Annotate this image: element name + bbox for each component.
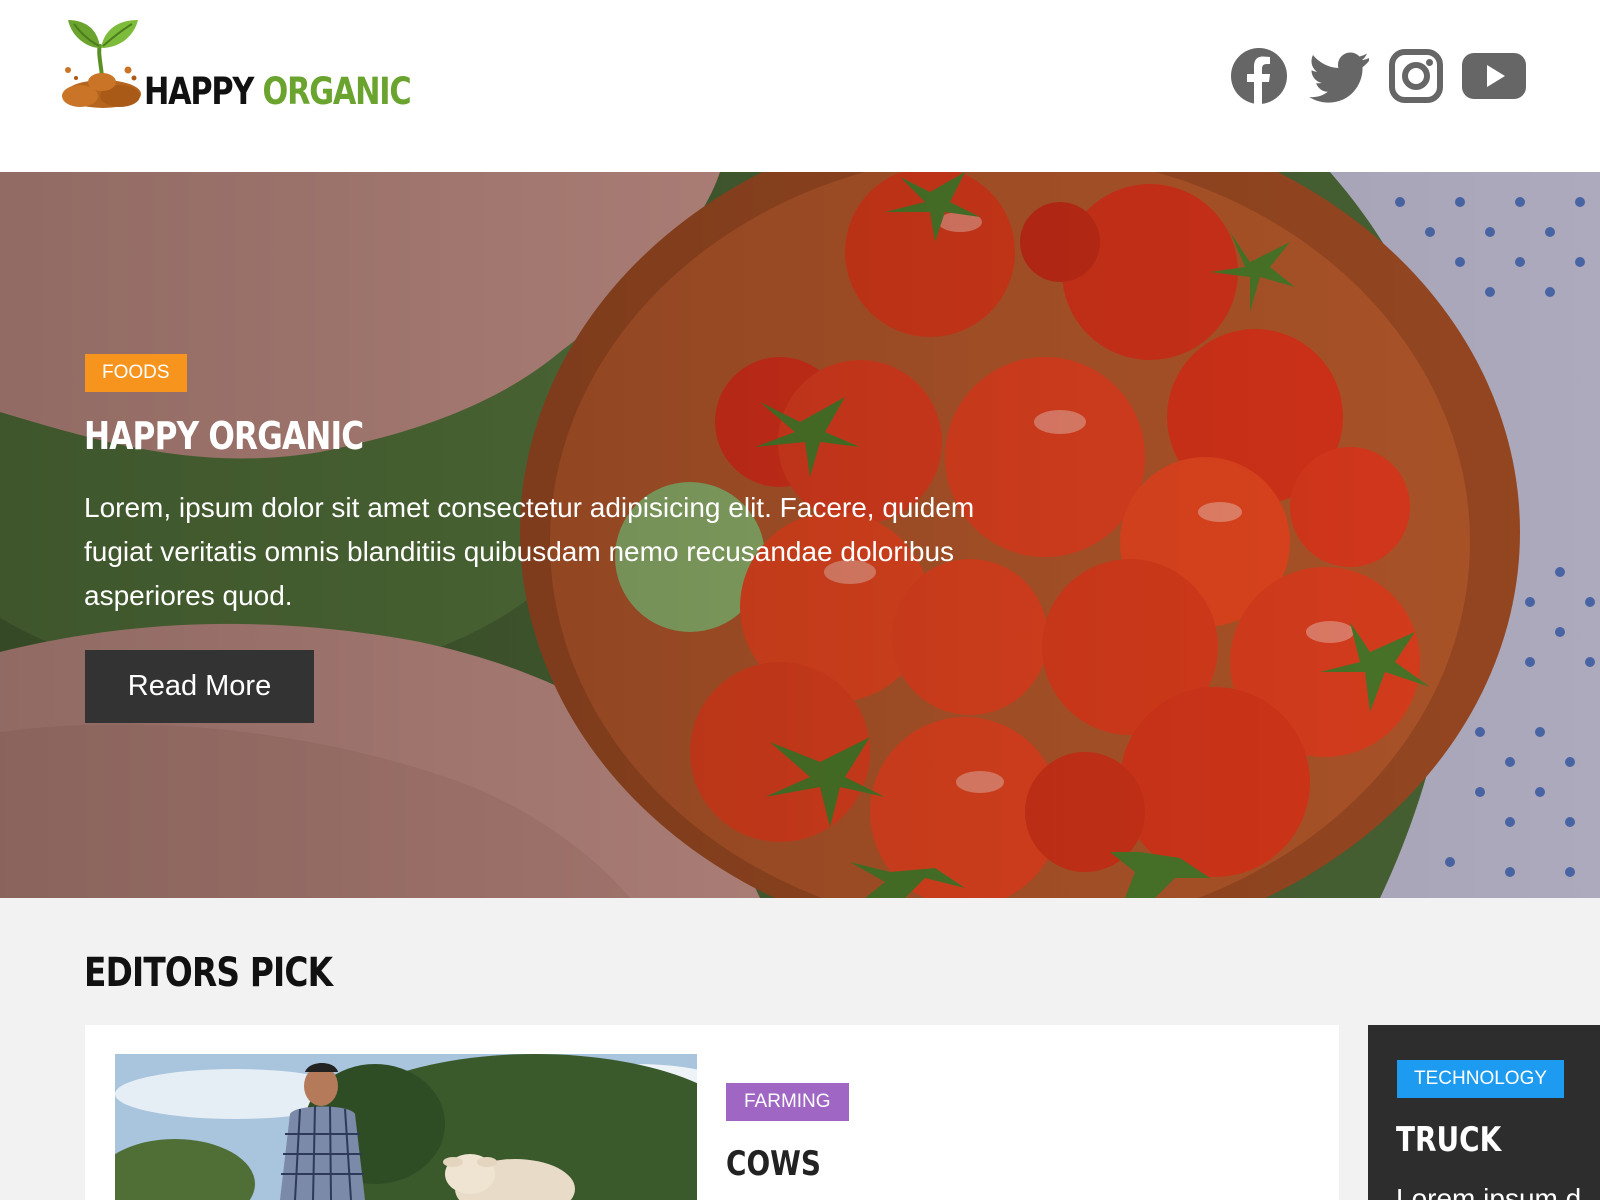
read-more-button[interactable]: Read More (85, 650, 314, 723)
logo-text: HAPPY ORGANIC (144, 70, 412, 113)
card-title-truck[interactable]: TRUCK (1396, 1120, 1501, 1160)
logo-word-organic: ORGANIC (262, 70, 412, 113)
hero-banner: FOODS HAPPY ORGANIC Lorem, ipsum dolor s… (0, 172, 1600, 898)
twitter-icon[interactable] (1309, 46, 1369, 106)
instagram-icon[interactable] (1389, 46, 1443, 106)
card-title-cows[interactable]: COWS (726, 1144, 821, 1184)
farmer-cow-image[interactable] (115, 1054, 697, 1200)
sprout-logo-icon (62, 20, 141, 108)
editors-pick-card-side[interactable] (1368, 1025, 1600, 1200)
youtube-icon[interactable] (1462, 46, 1526, 106)
site-header: HAPPY ORGANIC (0, 0, 1600, 172)
hero-description: Lorem, ipsum dolor sit amet consectetur … (84, 492, 975, 611)
category-badge-farming[interactable]: FARMING (726, 1083, 849, 1121)
facebook-icon[interactable] (1230, 46, 1288, 106)
hero-title: HAPPY ORGANIC (84, 414, 364, 458)
category-badge-technology[interactable]: TECHNOLOGY (1397, 1060, 1565, 1098)
editors-pick-heading: EDITORS PICK (84, 950, 333, 996)
site-logo[interactable]: HAPPY ORGANIC (58, 14, 412, 114)
logo-word-happy: HAPPY (144, 70, 254, 113)
category-badge-foods[interactable]: FOODS (85, 354, 187, 392)
card-excerpt: Lorem ipsum d (1396, 1183, 1582, 1200)
